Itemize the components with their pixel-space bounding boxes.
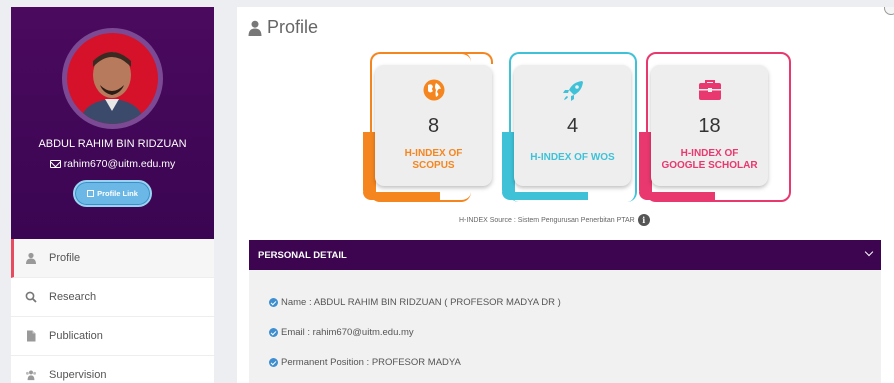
rocket-icon <box>562 81 583 101</box>
avatar-ring <box>62 28 163 129</box>
hindex-google-scholar-label-line2: GOOGLE SCHOLAR <box>661 160 758 171</box>
hindex-scopus-label-line2: SCOPUS <box>412 160 455 171</box>
document-icon <box>27 330 36 342</box>
sidebar-item-label: Supervision <box>49 369 107 381</box>
info-icon[interactable]: i <box>637 214 650 226</box>
profile-link-button[interactable]: Profile Link <box>73 180 152 207</box>
sidebar-menu: Profile Research Publication Supervision <box>11 239 214 383</box>
hindex-google-scholar-tile: 18 H-INDEX OF GOOGLE SCHOLAR <box>651 65 768 186</box>
hindex-google-scholar-label: H-INDEX OF GOOGLE SCHOLAR <box>651 148 768 172</box>
search-icon <box>25 291 37 303</box>
briefcase-icon <box>698 80 721 100</box>
sidebar-item-supervision[interactable]: Supervision <box>11 356 214 383</box>
detail-row-name: Name : ABDUL RAHIM BIN RIDZUAN ( PROFESO… <box>269 297 561 308</box>
hindex-google-scholar-card: 18 H-INDEX OF GOOGLE SCHOLAR <box>639 52 791 202</box>
detail-position-text: Permanent Position : PROFESOR MADYA <box>281 357 461 368</box>
sidebar: ABDUL RAHIM BIN RIDZUAN rahim670@uitm.ed… <box>11 7 214 383</box>
hindex-scopus-tile: 8 H-INDEX OF SCOPUS <box>375 65 492 186</box>
detail-name-text: Name : ABDUL RAHIM BIN RIDZUAN ( PROFESO… <box>281 297 561 308</box>
check-circle-icon <box>269 358 278 367</box>
personal-detail-header[interactable]: PERSONAL DETAIL <box>249 240 881 270</box>
sidebar-item-label: Profile <box>49 252 81 264</box>
personal-detail-title: PERSONAL DETAIL <box>258 249 347 261</box>
hindex-scopus-label: H-INDEX OF SCOPUS <box>375 148 492 172</box>
profile-header: ABDUL RAHIM BIN RIDZUAN rahim670@uitm.ed… <box>11 7 214 239</box>
page-title-text: Profile <box>267 17 319 37</box>
sidebar-item-label: Research <box>49 291 97 303</box>
page-title: Profile <box>248 17 318 38</box>
sidebar-item-research[interactable]: Research <box>11 278 214 317</box>
user-email-text: rahim670@uitm.edu.my <box>63 158 176 170</box>
detail-row-email: Email : rahim670@uitm.edu.my <box>269 327 414 338</box>
user-name: ABDUL RAHIM BIN RIDZUAN <box>38 138 187 150</box>
user-icon <box>248 20 262 36</box>
check-circle-icon <box>269 328 278 337</box>
detail-row-position: Permanent Position : PROFESOR MADYA <box>269 357 461 368</box>
hindex-google-scholar-label-line1: H-INDEX OF <box>680 148 739 159</box>
hindex-google-scholar-value: 18 <box>698 115 721 137</box>
main-panel: Profile 8 H-INDEX OF SCOPUS 4 H-INDEX OF… <box>237 7 894 383</box>
user-icon <box>26 252 36 264</box>
external-link-icon <box>87 190 95 197</box>
hindex-source: H-INDEX Source : Sistem Pengurusan Pener… <box>459 214 650 226</box>
corner-close-icon[interactable] <box>884 7 894 15</box>
check-circle-icon <box>269 298 278 307</box>
detail-email-text: Email : rahim670@uitm.edu.my <box>281 327 414 338</box>
profile-link-label: Profile Link <box>97 189 138 198</box>
hindex-source-text: H-INDEX Source : Sistem Pengurusan Pener… <box>459 216 635 224</box>
sidebar-item-profile[interactable]: Profile <box>11 239 214 278</box>
globe-icon <box>423 79 444 101</box>
personal-detail-body: Name : ABDUL RAHIM BIN RIDZUAN ( PROFESO… <box>249 270 881 383</box>
hindex-wos-value: 4 <box>566 115 579 137</box>
sidebar-item-publication[interactable]: Publication <box>11 317 214 356</box>
sidebar-item-label: Publication <box>49 330 103 342</box>
hindex-scopus-label-line1: H-INDEX OF <box>404 148 463 159</box>
users-icon <box>25 370 37 381</box>
avatar <box>67 33 158 124</box>
chevron-down-icon[interactable] <box>864 247 874 257</box>
hindex-wos-label: H-INDEX OF WOS <box>530 152 615 163</box>
hindex-scopus-card: 8 H-INDEX OF SCOPUS <box>363 52 503 202</box>
user-email: rahim670@uitm.edu.my <box>11 158 214 170</box>
hindex-scopus-value: 8 <box>427 115 440 137</box>
hindex-wos-tile: 4 H-INDEX OF WOS <box>514 65 631 186</box>
envelope-icon <box>49 160 61 168</box>
hindex-wos-card: 4 H-INDEX OF WOS <box>502 52 642 202</box>
